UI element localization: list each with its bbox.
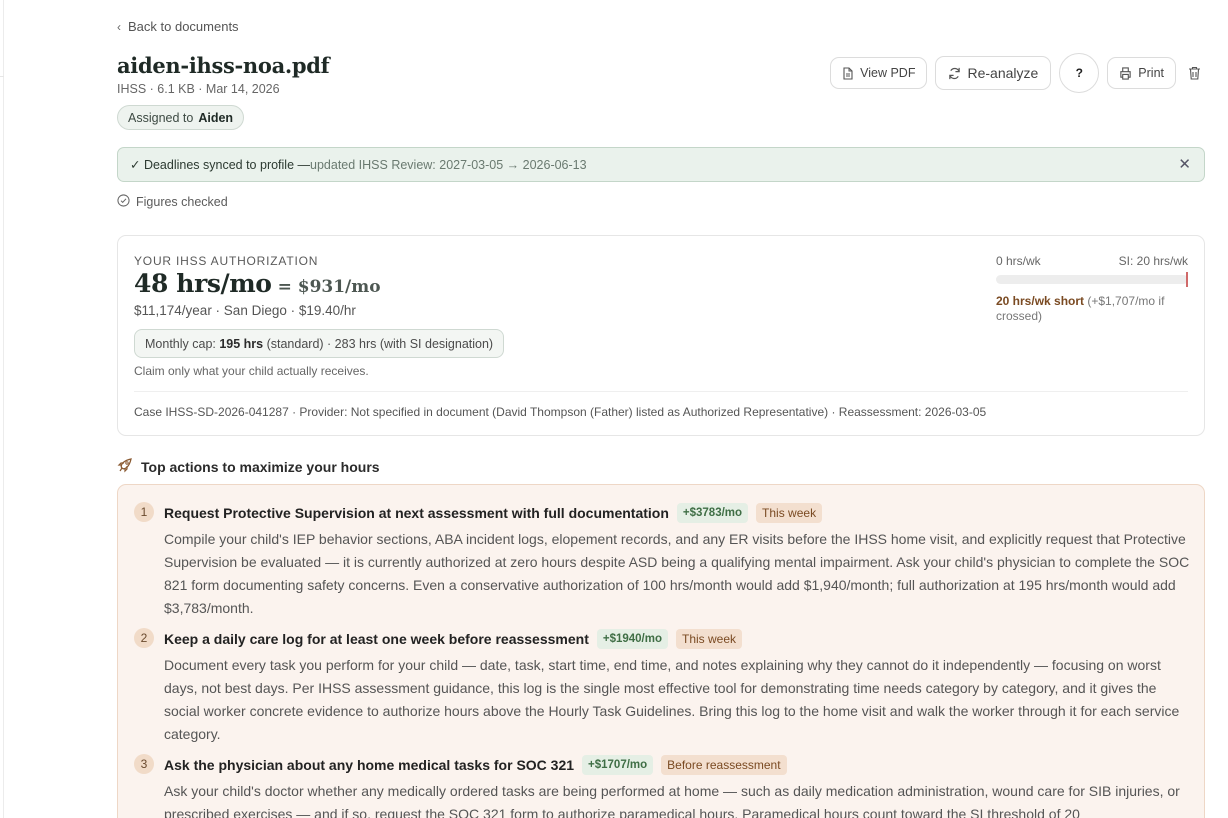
gauge-threshold-marker xyxy=(1186,272,1188,287)
close-icon[interactable]: ✕ xyxy=(1178,155,1191,173)
print-button[interactable]: Print xyxy=(1107,57,1176,89)
action-description: Ask your child's doctor whether any medi… xyxy=(164,783,1180,818)
gauge-shortfall: 20 hrs/wk short (+$1,707/mo if crossed) xyxy=(996,294,1188,324)
action-timing-badge: This week xyxy=(676,629,743,649)
action-timing-badge: Before reassessment xyxy=(661,755,787,775)
assigned-name: Aiden xyxy=(198,110,234,125)
assigned-badge[interactable]: Assigned to Aiden xyxy=(117,105,245,130)
authorization-eyebrow: YOUR IHSS AUTHORIZATION xyxy=(134,254,319,268)
action-number: 1 xyxy=(134,502,154,522)
top-actions-title: Top actions to maximize your hours xyxy=(141,458,380,475)
banner-lead: ✓ Deadlines synced to profile — xyxy=(130,158,311,172)
file-icon xyxy=(842,66,854,80)
cap-suffix: (standard) · 283 hrs (with SI designatio… xyxy=(263,336,494,351)
action-value-badge: +$3783/mo xyxy=(676,503,749,523)
gauge-max-label: SI: 20 hrs/wk xyxy=(1118,254,1188,268)
cap-prefix: Monthly cap: xyxy=(145,336,220,351)
document-meta: IHSS · 6.1 KB · Mar 14, 2026 xyxy=(117,82,280,96)
help-label: ? xyxy=(1075,66,1083,80)
assigned-prefix: Assigned to xyxy=(128,110,194,125)
action-title-row: Keep a daily care log for at least one w… xyxy=(164,629,743,649)
deadline-sync-banner: ✓ Deadlines synced to profile — updated … xyxy=(117,147,1205,182)
print-label: Print xyxy=(1138,66,1164,80)
reanalyze-label: Re-analyze xyxy=(967,65,1039,81)
gauge-labels: 0 hrs/wk SI: 20 hrs/wk xyxy=(996,254,1188,268)
view-pdf-label: View PDF xyxy=(860,66,916,80)
trash-icon xyxy=(1188,66,1201,80)
chevron-left-icon: ‹ xyxy=(117,19,121,34)
authorization-hours: 48 hrs/mo = $931/mo xyxy=(134,269,381,298)
check-circle-icon xyxy=(117,194,130,210)
back-to-documents-link[interactable]: ‹ Back to documents xyxy=(117,19,239,34)
help-button[interactable]: ? xyxy=(1059,53,1100,93)
back-link-label: Back to documents xyxy=(128,19,239,34)
document-title: aiden-ihss-noa.pdf xyxy=(117,53,330,78)
authorization-summary: $11,174/year · San Diego · $19.40/hr xyxy=(134,303,356,318)
cap-standard: 195 hrs xyxy=(219,336,264,351)
action-number: 3 xyxy=(134,754,154,774)
left-rail xyxy=(0,0,4,818)
action-description: Document every task you perform for your… xyxy=(164,657,1180,742)
action-number: 2 xyxy=(134,628,154,648)
case-details: Case IHSS-SD-2026-041287 · Provider: Not… xyxy=(134,405,987,419)
authorized-hours: 48 hrs/mo xyxy=(134,269,272,298)
printer-icon xyxy=(1119,66,1132,80)
shortfall-amount: 20 hrs/wk short xyxy=(996,294,1085,308)
action-value-badge: +$1940/mo xyxy=(596,629,668,649)
action-title-row: Request Protective Supervision at next a… xyxy=(164,503,823,523)
action-title: Ask the physician about any home medical… xyxy=(164,757,575,773)
authorization-divider xyxy=(134,391,1188,392)
authorization-card: YOUR IHSS AUTHORIZATION 48 hrs/mo = $931… xyxy=(117,235,1205,436)
refresh-icon xyxy=(948,67,961,80)
action-description: Compile your child's IEP behavior sectio… xyxy=(164,531,1190,616)
figures-checked-label: Figures checked xyxy=(136,195,228,209)
gauge-track xyxy=(996,272,1188,287)
si-threshold-gauge: 0 hrs/wk SI: 20 hrs/wk 20 hrs/wk short (… xyxy=(996,254,1188,324)
left-rail-divider xyxy=(0,76,4,77)
action-value-badge: +$1707/mo xyxy=(582,755,654,775)
banner-detail: updated IHSS Review: 2027-03-05 → 2026-0… xyxy=(310,157,587,172)
action-title-row: Ask the physician about any home medical… xyxy=(164,755,787,775)
authorized-monthly-value: = $931/mo xyxy=(277,277,381,297)
monthly-cap-pill: Monthly cap: 195 hrs (standard) · 283 hr… xyxy=(134,329,505,358)
figures-checked: Figures checked xyxy=(117,194,228,210)
top-actions-list: 1 Request Protective Supervision at next… xyxy=(117,484,1205,818)
reanalyze-button[interactable]: Re-analyze xyxy=(935,56,1052,90)
view-pdf-button[interactable]: View PDF xyxy=(830,57,928,89)
action-timing-badge: This week xyxy=(756,503,823,523)
rocket-icon xyxy=(117,457,133,476)
delete-button[interactable] xyxy=(1184,57,1205,89)
gauge-min-label: 0 hrs/wk xyxy=(996,254,1041,268)
top-actions-heading: Top actions to maximize your hours xyxy=(117,457,380,476)
action-title: Keep a daily care log for at least one w… xyxy=(164,631,589,647)
claim-note: Claim only what your child actually rece… xyxy=(134,364,369,378)
action-title: Request Protective Supervision at next a… xyxy=(164,505,669,521)
document-toolbar: View PDF Re-analyze ? Print xyxy=(830,53,1205,93)
